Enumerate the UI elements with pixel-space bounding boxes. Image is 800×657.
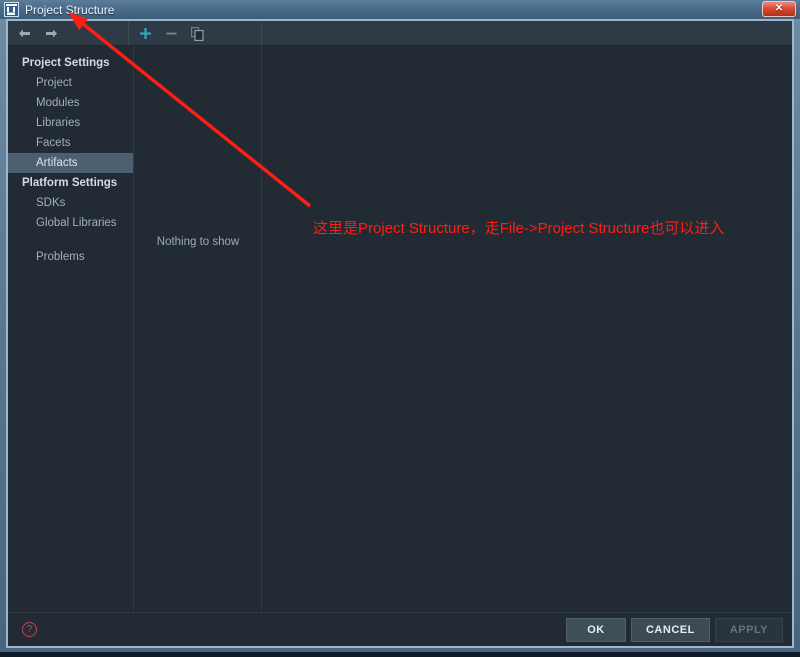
navigation-button-group <box>8 21 127 46</box>
help-glyph: ? <box>27 625 33 635</box>
sidebar-item-modules[interactable]: Modules <box>8 93 133 113</box>
help-question-icon[interactable]: ? <box>22 622 37 637</box>
copy-icon[interactable] <box>190 26 205 41</box>
minus-icon[interactable] <box>164 26 179 41</box>
window-title: Project Structure <box>25 3 114 17</box>
sidebar-item-project[interactable]: Project <box>8 73 133 93</box>
artifacts-list-panel[interactable]: Nothing to show <box>135 46 262 612</box>
dialog-button-bar: ? OK CANCEL APPLY <box>8 612 792 646</box>
sidebar-item-problems[interactable]: Problems <box>8 247 133 267</box>
sidebar-item-libraries[interactable]: Libraries <box>8 113 133 133</box>
empty-state-label: Nothing to show <box>135 236 261 248</box>
close-glyph: ✕ <box>775 4 783 14</box>
intellij-idea-icon <box>4 2 19 17</box>
plus-icon[interactable] <box>138 26 153 41</box>
settings-sidebar: Project Settings Project Modules Librari… <box>8 46 134 612</box>
sidebar-item-artifacts[interactable]: Artifacts <box>8 153 133 173</box>
project-structure-window: Project Structure ✕ <box>0 0 800 652</box>
sidebar-spacer <box>8 233 133 247</box>
artifact-detail-panel <box>263 46 792 612</box>
artifact-action-group <box>128 21 262 46</box>
close-icon[interactable]: ✕ <box>762 1 796 17</box>
window-titlebar: Project Structure ✕ <box>0 0 800 19</box>
sidebar-item-global-libraries[interactable]: Global Libraries <box>8 213 133 233</box>
dialog-body: Project Settings Project Modules Librari… <box>8 21 792 646</box>
forward-button[interactable] <box>44 26 59 41</box>
sidebar-item-facets[interactable]: Facets <box>8 133 133 153</box>
sidebar-section-platform-settings: Platform Settings <box>8 173 133 193</box>
apply-button: APPLY <box>715 618 783 642</box>
window-frame-border: Project Settings Project Modules Librari… <box>6 19 794 648</box>
cancel-button[interactable]: CANCEL <box>631 618 710 642</box>
sidebar-section-project-settings: Project Settings <box>8 53 133 73</box>
dialog-actions: OK CANCEL APPLY <box>566 618 783 642</box>
ok-button[interactable]: OK <box>566 618 626 642</box>
sidebar-item-sdks[interactable]: SDKs <box>8 193 133 213</box>
back-button[interactable] <box>17 26 32 41</box>
dialog-toolbar <box>8 21 792 46</box>
